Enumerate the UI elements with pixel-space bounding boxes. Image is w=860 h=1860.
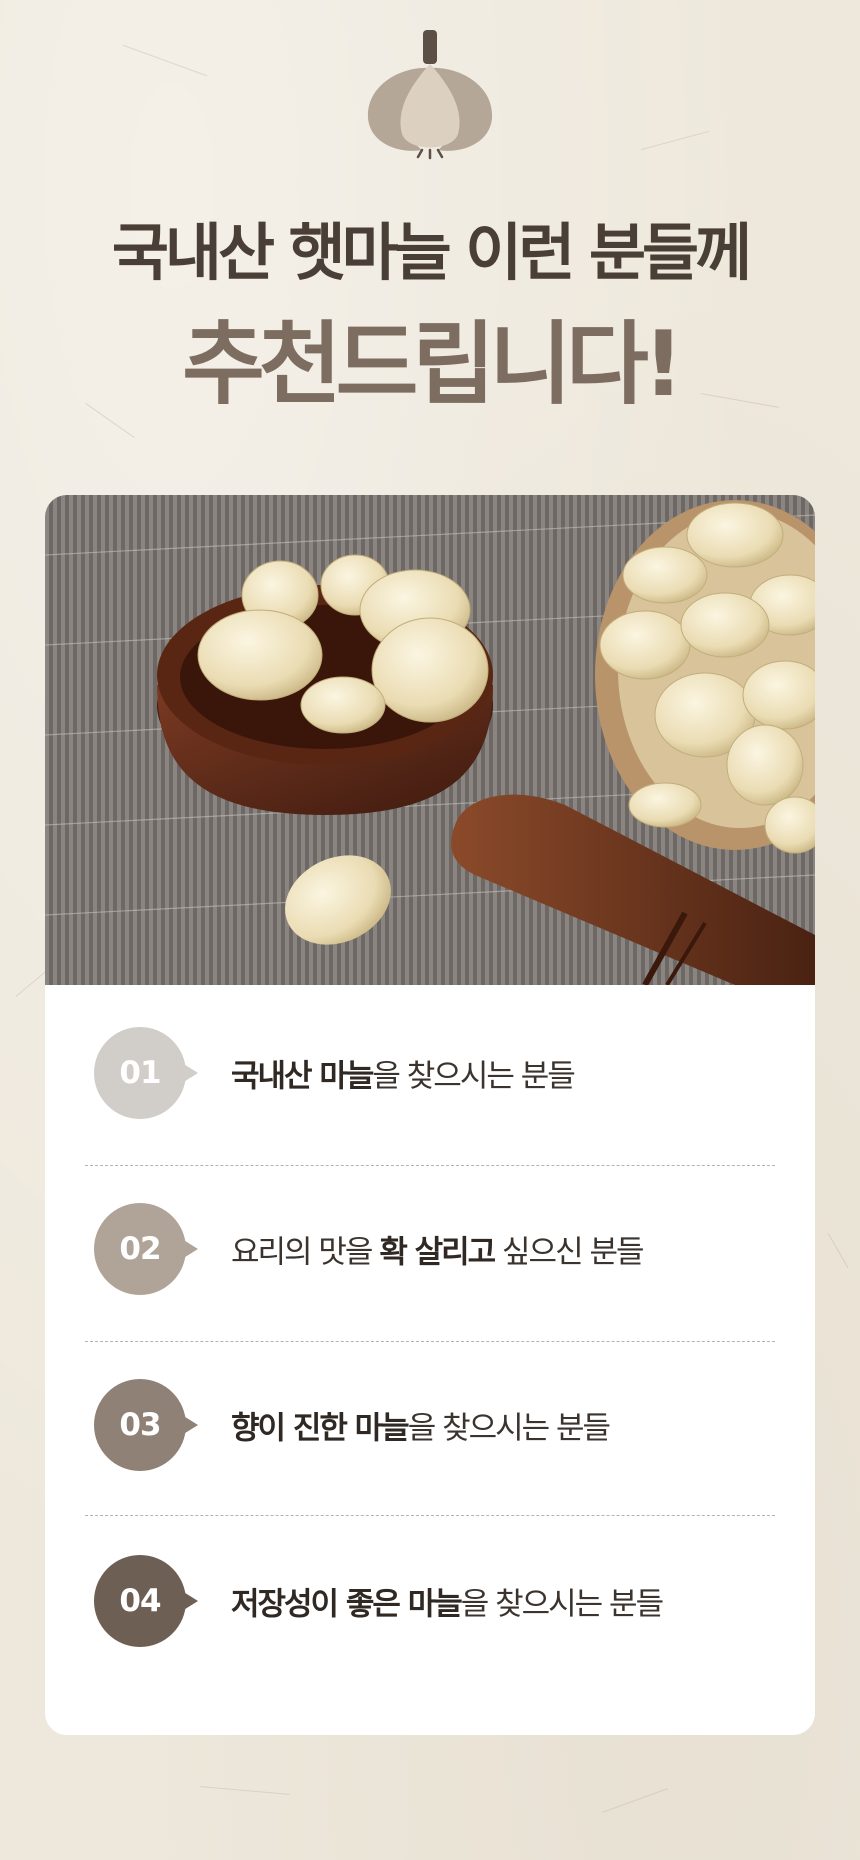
garlic-photo xyxy=(45,495,815,985)
item-text: 요리의 맛을 확 살리고 싶으신 분들 xyxy=(231,1234,645,1271)
list-item: 02 요리의 맛을 확 살리고 싶으신 분들 xyxy=(45,1161,815,1337)
recommendation-card: 01 국내산 마늘을 찾으시는 분들 02 요리의 맛을 확 살리고 싶으신 분… xyxy=(45,495,815,1735)
garlic-icon xyxy=(367,30,493,160)
headline-line-2: 추천드립니다! xyxy=(182,312,684,417)
item-text: 국내산 마늘을 찾으시는 분들 xyxy=(231,1058,576,1095)
number-badge: 02 xyxy=(94,1203,186,1295)
number-badge: 03 xyxy=(94,1379,186,1471)
number-badge: 01 xyxy=(94,1027,186,1119)
item-text: 향이 진한 마늘을 찾으시는 분들 xyxy=(231,1410,611,1447)
list-item: 04 저장성이 좋은 마늘을 찾으시는 분들 xyxy=(45,1513,815,1689)
item-text: 저장성이 좋은 마늘을 찾으시는 분들 xyxy=(231,1586,664,1623)
headline-line-1: 국내산 햇마늘 이런 분들께 xyxy=(111,216,752,289)
number-badge: 04 xyxy=(94,1555,186,1647)
list-item: 01 국내산 마늘을 찾으시는 분들 xyxy=(45,985,815,1161)
list-item: 03 향이 진한 마늘을 찾으시는 분들 xyxy=(45,1337,815,1513)
